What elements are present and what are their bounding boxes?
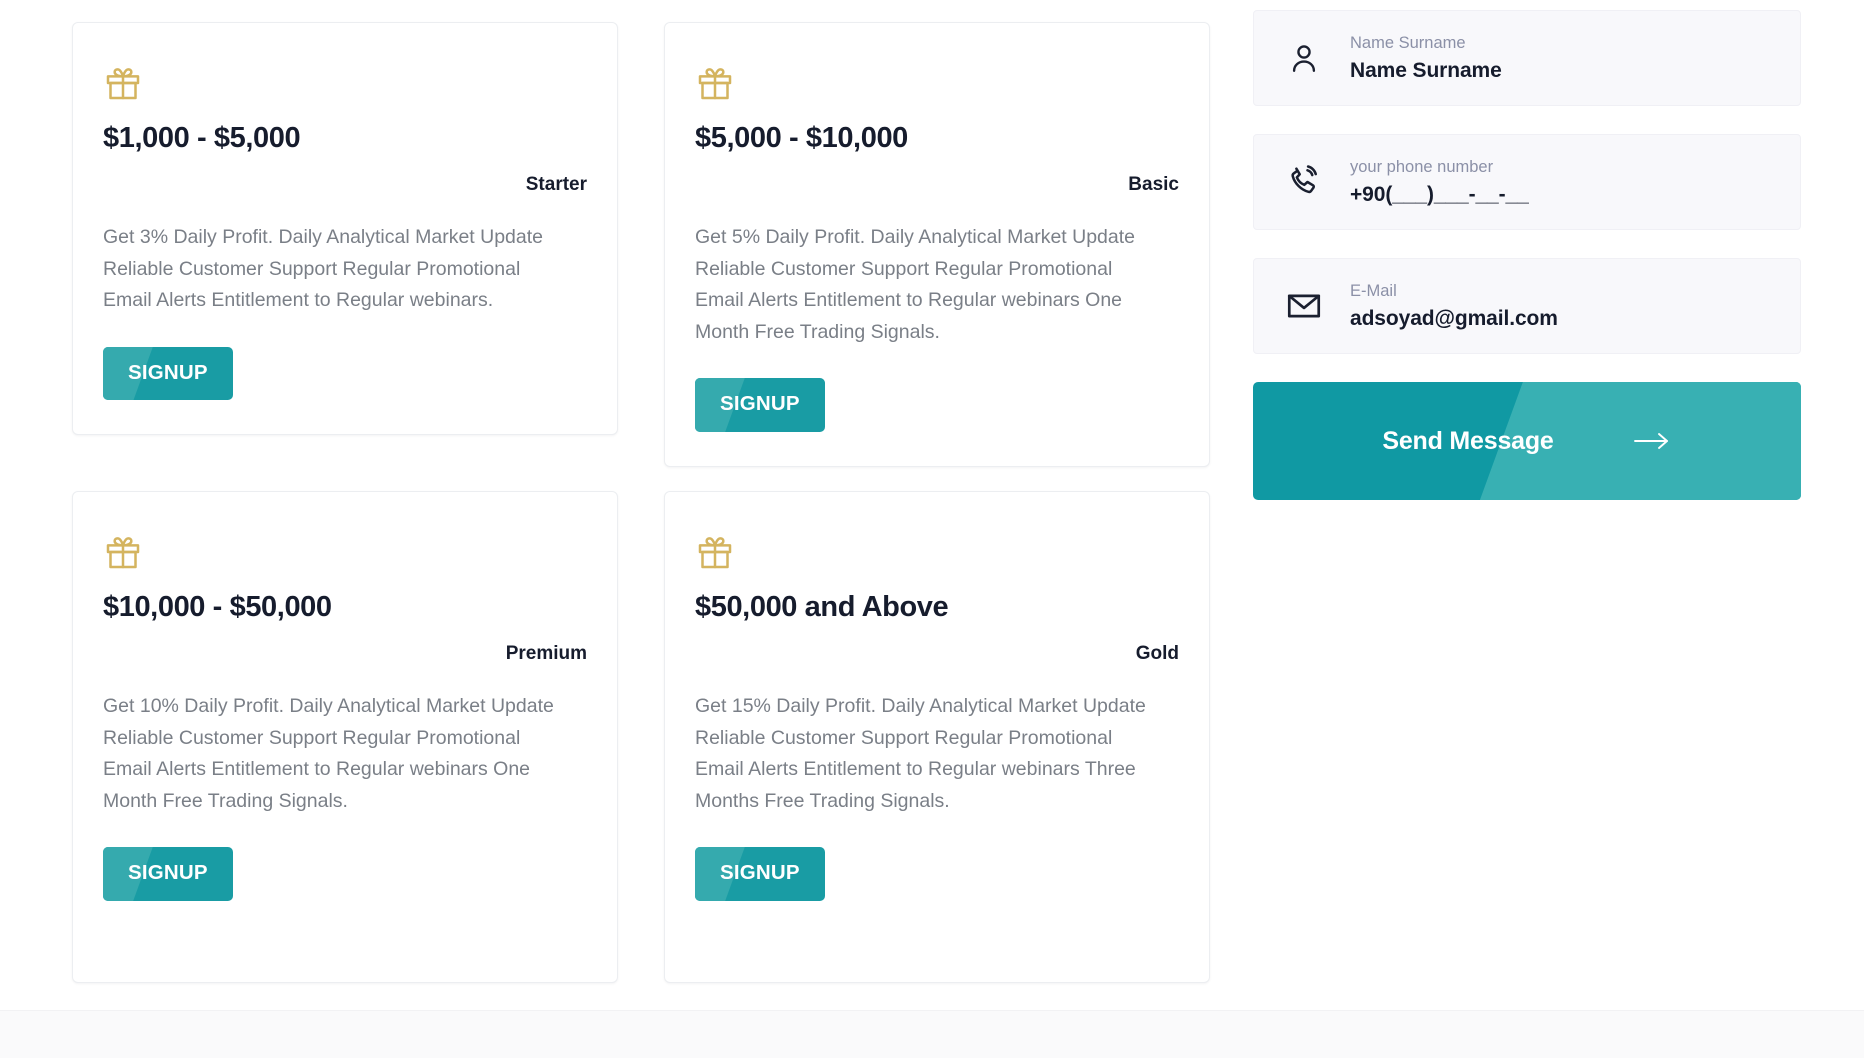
plan-card-premium[interactable]: $10,000 - $50,000 Premium Get 10% Daily … — [72, 490, 618, 983]
gift-icon — [103, 532, 587, 577]
phone-field-text: your phone number +90(___)___-__-__ — [1350, 156, 1529, 209]
plan-card-starter[interactable]: $1,000 - $5,000 Starter Get 3% Daily Pro… — [72, 22, 618, 436]
plan-tier-row: Gold — [695, 643, 1179, 665]
signup-button[interactable]: SIGNUP — [103, 847, 233, 901]
name-field-text: Name Surname Name Surname — [1350, 32, 1502, 85]
plan-card-gold[interactable]: $50,000 and Above Gold Get 15% Daily Pro… — [664, 490, 1210, 983]
email-field-value[interactable]: adsoyad@gmail.com — [1350, 306, 1558, 332]
contact-form: Name Surname Name Surname your phone num… — [1253, 10, 1801, 500]
plan-tier-row: Premium — [103, 643, 587, 665]
send-message-label: Send Message — [1382, 426, 1554, 455]
plan-price: $5,000 - $10,000 — [695, 122, 908, 154]
plan-tier-badge: Premium — [505, 643, 587, 665]
page-root: $1,000 - $5,000 Starter Get 3% Daily Pro… — [0, 0, 1864, 1058]
footer-band — [0, 1010, 1864, 1058]
plan-description: Get 3% Daily Profit. Daily Analytical Ma… — [103, 226, 544, 312]
name-field-label: Name Surname — [1350, 33, 1466, 52]
signup-button[interactable]: SIGNUP — [695, 847, 825, 901]
send-message-button[interactable]: Send Message — [1253, 382, 1801, 500]
send-message-inner: Send Message — [1253, 382, 1801, 500]
gift-icon — [695, 63, 1179, 108]
phone-field-value[interactable]: +90(___)___-__-__ — [1350, 182, 1529, 208]
signup-button-label: SIGNUP — [720, 861, 800, 885]
plan-tier-badge: Gold — [1135, 643, 1179, 665]
signup-button-label: SIGNUP — [128, 861, 208, 885]
phone-field[interactable]: your phone number +90(___)___-__-__ — [1253, 134, 1801, 230]
signup-button[interactable]: SIGNUP — [103, 346, 233, 401]
plan-card-basic[interactable]: $5,000 - $10,000 Basic Get 5% Daily Prof… — [664, 22, 1210, 467]
signup-button-label: SIGNUP — [128, 360, 208, 384]
gift-icon — [103, 63, 587, 108]
plan-tier-badge: Starter — [525, 174, 587, 196]
gift-icon — [695, 532, 1179, 577]
plan-tier-badge: Basic — [1128, 174, 1179, 196]
envelope-icon — [1280, 287, 1328, 325]
plan-price: $10,000 - $50,000 — [103, 590, 332, 623]
pricing-plans-grid: $1,000 - $5,000 Starter Get 3% Daily Pro… — [72, 22, 1212, 983]
email-field-text: E-Mail adsoyad@gmail.com — [1350, 280, 1558, 333]
email-field-label: E-Mail — [1350, 281, 1397, 300]
plan-tier-row: Basic — [695, 174, 1179, 196]
phone-icon — [1280, 163, 1328, 201]
plan-tier-row: Starter — [103, 174, 587, 196]
user-icon — [1280, 40, 1328, 76]
signup-button[interactable]: SIGNUP — [695, 378, 825, 432]
plan-price: $1,000 - $5,000 — [103, 122, 301, 154]
phone-field-label: your phone number — [1350, 157, 1494, 176]
signup-button-label: SIGNUP — [720, 392, 800, 416]
email-field[interactable]: E-Mail adsoyad@gmail.com — [1253, 258, 1801, 354]
plan-description: Get 15% Daily Profit. Daily Analytical M… — [695, 695, 1146, 812]
plan-description: Get 10% Daily Profit. Daily Analytical M… — [103, 695, 554, 812]
name-field[interactable]: Name Surname Name Surname — [1253, 10, 1801, 106]
plan-description: Get 5% Daily Profit. Daily Analytical Ma… — [695, 226, 1136, 343]
name-field-value[interactable]: Name Surname — [1350, 58, 1502, 84]
arrow-right-icon — [1632, 430, 1672, 452]
plan-price: $50,000 and Above — [695, 590, 949, 623]
